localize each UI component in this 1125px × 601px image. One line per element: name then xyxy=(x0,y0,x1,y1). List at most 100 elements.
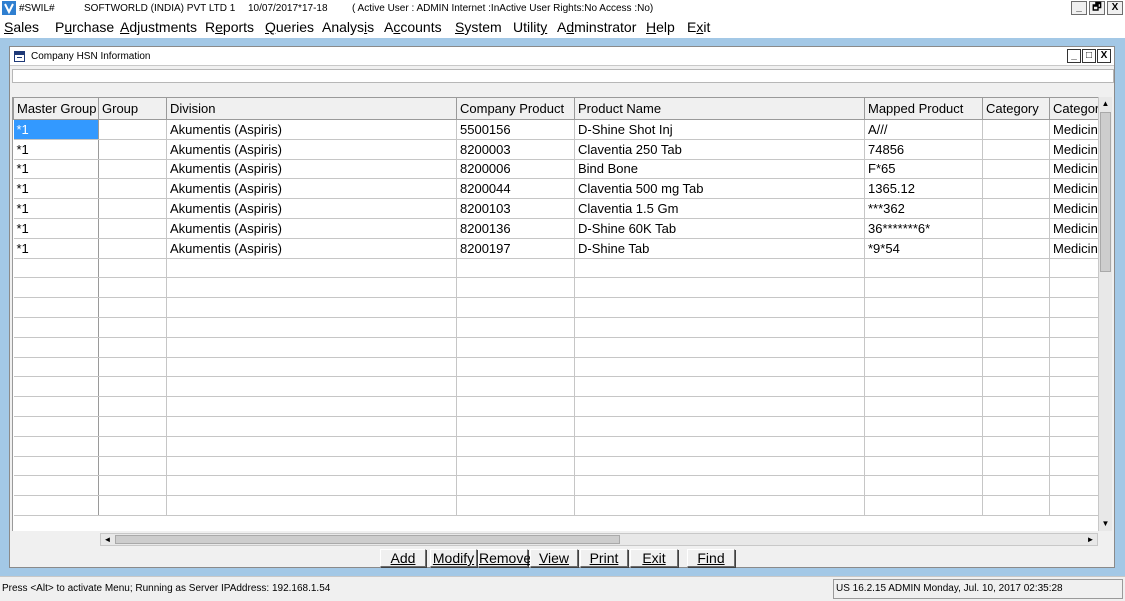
grid-cell[interactable]: 36*******6* xyxy=(864,218,983,239)
grid-cell[interactable]: 8200197 xyxy=(456,238,575,259)
grid-cell[interactable] xyxy=(864,297,983,318)
empty-row[interactable] xyxy=(13,416,1098,437)
grid-cell[interactable] xyxy=(574,258,865,279)
grid-cell[interactable] xyxy=(1049,436,1098,457)
grid-cell[interactable]: 74856 xyxy=(864,139,983,160)
empty-row[interactable] xyxy=(13,396,1098,417)
grid-cell[interactable]: Bind Bone xyxy=(574,159,865,180)
menu-sales[interactable]: Sales xyxy=(4,19,39,35)
grid-cell[interactable] xyxy=(13,376,99,398)
grid-cell[interactable] xyxy=(166,357,457,378)
grid-cell[interactable] xyxy=(456,277,575,299)
grid-cell[interactable] xyxy=(13,475,99,497)
table-row[interactable]: *1 Akumentis (Aspiris) 8200136 D-Shine 60K … xyxy=(13,218,1098,239)
grid-cell[interactable]: Medicine xyxy=(1049,119,1098,140)
grid-cell[interactable] xyxy=(574,436,865,457)
grid-cell[interactable] xyxy=(574,396,865,417)
grid-cell[interactable] xyxy=(864,396,983,417)
print-button[interactable]: Print xyxy=(580,549,628,567)
grid-cell[interactable] xyxy=(13,436,99,457)
grid-cell[interactable]: Medicine xyxy=(1049,178,1098,200)
grid-cell[interactable] xyxy=(98,198,167,219)
grid-cell[interactable] xyxy=(982,416,1050,437)
grid-cell[interactable] xyxy=(1049,297,1098,318)
child-maximize-button[interactable]: □ xyxy=(1082,49,1096,63)
scroll-left-icon[interactable]: ◄ xyxy=(101,534,114,545)
add-button[interactable]: Add xyxy=(380,549,426,567)
grid-cell[interactable] xyxy=(1049,317,1098,338)
grid-cell[interactable] xyxy=(982,337,1050,358)
menu-purchase[interactable]: Purchase xyxy=(55,19,114,35)
grid-cell[interactable] xyxy=(574,317,865,338)
grid-cell[interactable] xyxy=(98,416,167,437)
table-row[interactable]: *1 Akumentis (Aspiris) 5500156 D-Shine Shot… xyxy=(13,119,1098,140)
grid-cell[interactable] xyxy=(98,119,167,140)
grid-cell[interactable] xyxy=(166,376,457,398)
grid-cell[interactable] xyxy=(98,475,167,497)
grid-cell[interactable] xyxy=(456,357,575,378)
empty-row[interactable] xyxy=(13,456,1098,477)
grid-cell[interactable] xyxy=(982,475,1050,497)
grid-cell[interactable] xyxy=(982,258,1050,279)
grid-cell[interactable] xyxy=(982,198,1050,219)
grid-cell[interactable] xyxy=(98,376,167,398)
close-button[interactable]: X xyxy=(1107,1,1123,15)
grid-cell[interactable]: D-Shine 60K Tab xyxy=(574,218,865,239)
grid-cell[interactable] xyxy=(982,178,1050,200)
grid-cell[interactable] xyxy=(574,337,865,358)
empty-row[interactable] xyxy=(13,495,1098,516)
grid-cell[interactable]: Claventia 250 Tab xyxy=(574,139,865,160)
grid-cell[interactable] xyxy=(456,495,575,516)
empty-row[interactable] xyxy=(13,475,1098,497)
restore-button[interactable]: 🗗 xyxy=(1089,1,1105,15)
grid-cell[interactable] xyxy=(13,396,99,417)
grid-cell[interactable] xyxy=(864,495,983,516)
grid-cell[interactable] xyxy=(1049,258,1098,279)
grid-cell[interactable] xyxy=(982,436,1050,457)
grid-cell[interactable] xyxy=(982,376,1050,398)
grid-cell[interactable]: *1 xyxy=(13,238,99,259)
grid-cell[interactable] xyxy=(98,357,167,378)
grid-cell[interactable] xyxy=(1049,357,1098,378)
menu-help[interactable]: Help xyxy=(646,19,675,35)
grid-cell[interactable] xyxy=(982,495,1050,516)
exit-button[interactable]: Exit xyxy=(630,549,678,567)
modify-button[interactable]: Modify xyxy=(430,549,477,567)
grid-cell[interactable] xyxy=(1049,396,1098,417)
grid-cell[interactable] xyxy=(98,297,167,318)
grid-cell[interactable] xyxy=(166,396,457,417)
grid-cell[interactable]: Akumentis (Aspiris) xyxy=(166,238,457,259)
child-close-button[interactable]: X xyxy=(1097,49,1111,63)
grid-cell[interactable] xyxy=(1049,376,1098,398)
empty-row[interactable] xyxy=(13,258,1098,279)
grid-cell[interactable]: *1 xyxy=(13,198,99,219)
grid-cell[interactable] xyxy=(166,258,457,279)
grid-cell[interactable] xyxy=(982,396,1050,417)
grid-cell[interactable] xyxy=(166,436,457,457)
grid-cell[interactable] xyxy=(98,436,167,457)
grid-cell[interactable]: *1 xyxy=(13,119,99,140)
grid-cell[interactable] xyxy=(166,475,457,497)
grid-cell[interactable] xyxy=(456,436,575,457)
table-row[interactable]: *1 Akumentis (Aspiris) 8200103 Claventia 1.… xyxy=(13,198,1098,219)
scroll-down-icon[interactable]: ▼ xyxy=(1099,517,1112,531)
grid-cell[interactable]: Medicine xyxy=(1049,218,1098,239)
column-header[interactable]: Company Product xyxy=(456,97,575,120)
grid-cell[interactable]: Claventia 500 mg Tab xyxy=(574,178,865,200)
grid-cell[interactable]: *1 xyxy=(13,139,99,160)
menu-adjustments[interactable]: Adjustments xyxy=(120,19,197,35)
menu-reports[interactable]: Reports xyxy=(205,19,254,35)
grid-cell[interactable] xyxy=(456,456,575,477)
menu-queries[interactable]: Queries xyxy=(265,19,314,35)
grid-cell[interactable] xyxy=(13,258,99,279)
grid-cell[interactable] xyxy=(982,317,1050,338)
scroll-right-icon[interactable]: ► xyxy=(1084,534,1097,545)
grid-cell[interactable] xyxy=(456,475,575,497)
grid-cell[interactable] xyxy=(456,317,575,338)
grid-cell[interactable] xyxy=(98,277,167,299)
grid-cell[interactable]: 1365.12 xyxy=(864,178,983,200)
find-button[interactable]: Find xyxy=(687,549,735,567)
grid-cell[interactable]: Akumentis (Aspiris) xyxy=(166,139,457,160)
grid-cell[interactable] xyxy=(982,277,1050,299)
grid-cell[interactable] xyxy=(982,159,1050,180)
